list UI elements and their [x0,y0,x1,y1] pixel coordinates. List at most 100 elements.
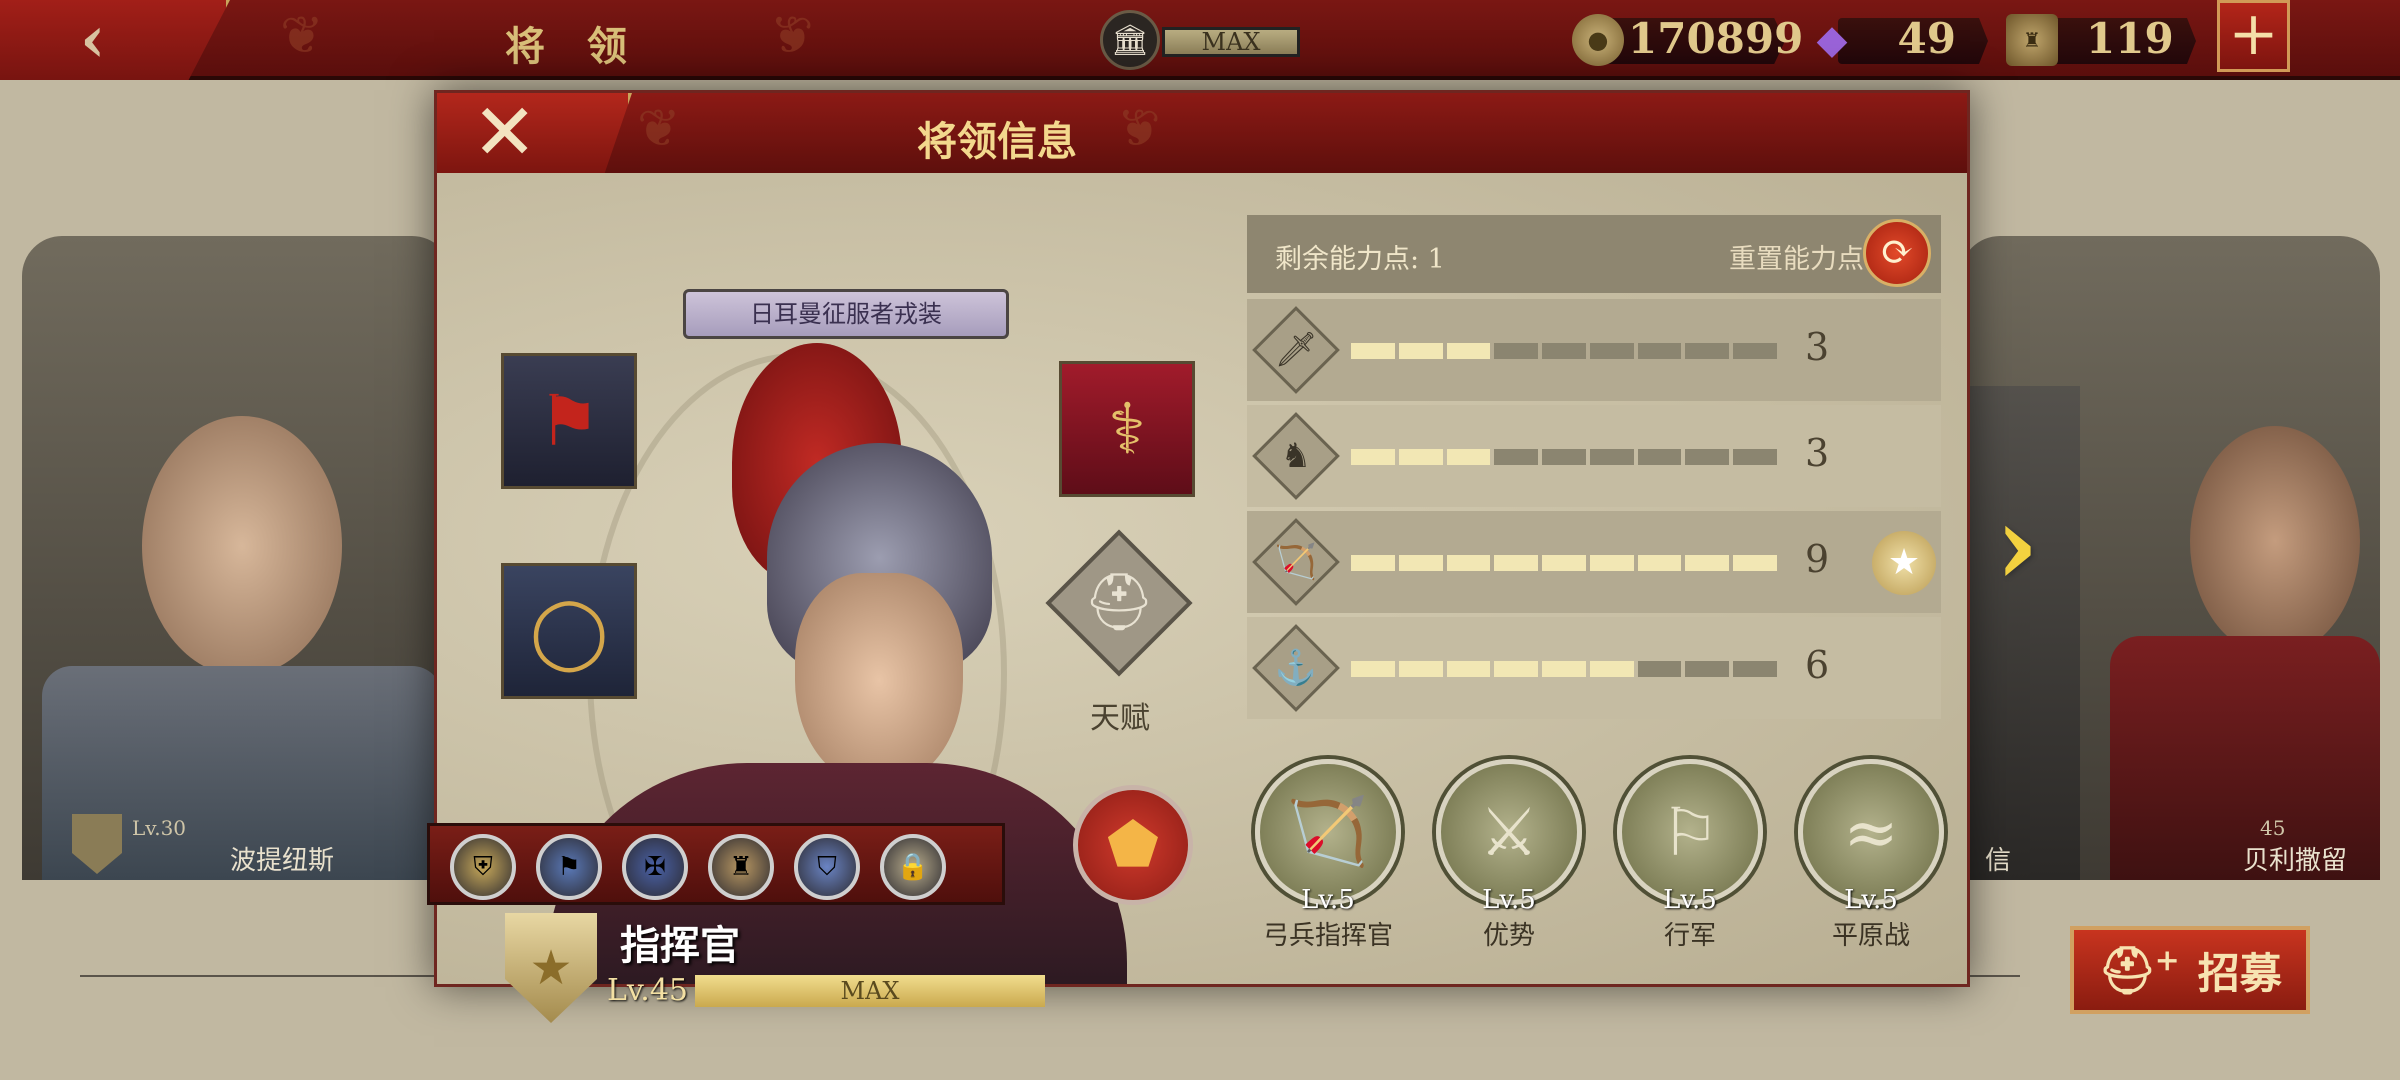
sword-icon: 🗡 [1252,306,1340,394]
portrait-left [142,416,342,676]
ability-segment [1685,555,1730,571]
roster-right-partial-name: 信 [1984,846,2011,876]
ability-segment [1733,555,1778,571]
plain-icon: ≈ [1798,759,1944,905]
ability-segment [1589,661,1634,677]
portrait-right [2190,426,2360,656]
ability-row[interactable]: ♞ 3 [1247,405,1941,507]
skill-medal[interactable]: ✠ [622,834,688,900]
reset-points-button[interactable]: ⟳ [1863,219,1931,287]
ability-segment [1589,555,1634,571]
ability-progress-bar [1351,661,1778,677]
ability-value: 9 [1805,537,1830,581]
back-button[interactable]: ‹ [0,0,230,80]
ability-segment [1637,343,1682,359]
roster-left-name: 波提纽斯 [229,846,334,876]
ability-segment [1637,449,1682,465]
trait-name: 平原战 [1831,921,1910,951]
bow-icon: 🏹 [1252,518,1340,606]
caduceus-slot[interactable]: ⚕ [1059,361,1195,497]
costume-button[interactable]: 日耳曼征服者戎装 [683,289,1009,339]
ability-progress-bar [1351,555,1778,571]
ability-segment [1733,661,1778,677]
coin-value: 170899 [1628,14,1804,63]
add-resource-button[interactable]: + [2217,0,2290,72]
roster-card-left[interactable]: Lv.30 波提纽斯 [22,236,452,880]
coin-icon: ● [1572,14,1624,66]
trait-item[interactable]: 🏹 Lv.5 弓兵指挥官 [1255,759,1401,952]
ability-row[interactable]: ⚓ 6 [1247,617,1941,719]
recruit-plus-icon: + [2154,942,2180,978]
laurel-crown-slot[interactable]: ◯ [501,563,637,699]
locked-skill-medal[interactable]: 🔒 [880,834,946,900]
recruit-button[interactable]: ⛑ + 招募 [2070,926,2310,1014]
lock-icon: 🔒 [896,852,930,882]
general-face [795,573,963,788]
skill-medal[interactable]: ⚑ [536,834,602,900]
next-general-arrow-icon[interactable]: › [1995,480,2039,609]
ability-segment [1542,449,1586,465]
building-max-label: MAX [1162,27,1300,57]
trait-item[interactable]: ⚔ Lv.5 优势 [1436,759,1582,952]
rank-star-button[interactable]: ⬟ [1073,785,1193,905]
archers-icon: ⚔ [1436,759,1582,905]
ability-segment [1351,343,1395,359]
banner-slot[interactable]: ⚑ [501,353,637,489]
close-button[interactable]: ✕ [437,93,632,173]
talent-button[interactable]: ⛑ [1045,529,1193,677]
trait-item[interactable]: ≈ Lv.5 平原战 [1798,759,1944,952]
caduceus-icon: ⚕ [1108,388,1146,470]
roster-left-level: Lv.30 [132,816,187,840]
talent-helmet-icon: ⛑ [1083,570,1155,635]
anchor-icon: ⚓ [1252,624,1340,712]
ability-row[interactable]: 🏹 9 ★ [1247,511,1941,613]
ability-segment [1542,343,1586,359]
divider-line [80,975,440,977]
trait-level: Lv.5 [1663,885,1717,915]
remaining-points-label: 剩余能力点: 1 [1275,244,1445,275]
ability-segment [1494,661,1539,677]
recruit-label: 招募 [2197,948,2282,998]
ability-segment [1398,661,1443,677]
ability-segment [1685,343,1730,359]
skill-medal[interactable]: ⛨ [450,834,516,900]
trait-item[interactable]: ⚐ Lv.5 行军 [1617,759,1763,952]
temple-icon: 🏛 [1100,10,1160,70]
reset-points-label: 重置能力点 [1729,244,1864,275]
skill-medal-strip: ⛨ ⚑ ✠ ♜ ⛉ 🔒 [427,823,1005,905]
trait-name: 弓兵指挥官 [1262,921,1393,951]
laurel-crown-icon: ◯ [529,590,609,672]
ability-segment [1685,661,1730,677]
ability-segment [1733,449,1778,465]
ability-segment [1351,449,1395,465]
roster-right-name: 贝利撒留 [2242,846,2347,876]
general-level: Lv.45 [607,973,689,1008]
trait-level: Lv.5 [1301,885,1355,915]
ability-progress-bar [1351,343,1778,359]
ability-segment [1494,555,1539,571]
building-level-widget[interactable]: 🏛 MAX [1100,10,1305,70]
game-screen: Lv.30 波提纽斯 信 45 贝利撒留 ‹ ❦ 将 领 ❦ 🏛 MAX ● 1… [0,0,2400,1080]
skill-medal-icon: ✠ [644,852,666,882]
laurel-left-icon: ❦ [280,6,324,66]
ability-segment [1589,449,1634,465]
ability-segment [1446,661,1491,677]
skill-medal[interactable]: ⛉ [794,834,860,900]
top-bar: ‹ ❦ 将 领 ❦ 🏛 MAX ● 170899 ◆ 49 ♜ 119 + [0,0,2400,80]
skill-medal-icon: ⛉ [817,851,837,882]
ability-value: 6 [1805,643,1830,687]
skill-medal-icon: ♜ [729,852,753,882]
page-title: 将 领 [505,23,641,70]
skill-medal[interactable]: ♜ [708,834,774,900]
ability-segment [1446,555,1491,571]
ability-segment [1542,661,1586,677]
gem-icon: ◆ [1816,17,1848,63]
ability-segment [1589,343,1634,359]
ability-value: 3 [1805,431,1830,475]
ability-row[interactable]: 🗡 3 [1247,299,1941,401]
level-progress-bar: MAX [695,975,1045,1007]
ability-segment [1733,343,1778,359]
spqr-value: 119 [2086,14,2174,63]
march-icon: ⚐ [1617,759,1763,905]
modal-title: 将领信息 [917,118,1077,165]
